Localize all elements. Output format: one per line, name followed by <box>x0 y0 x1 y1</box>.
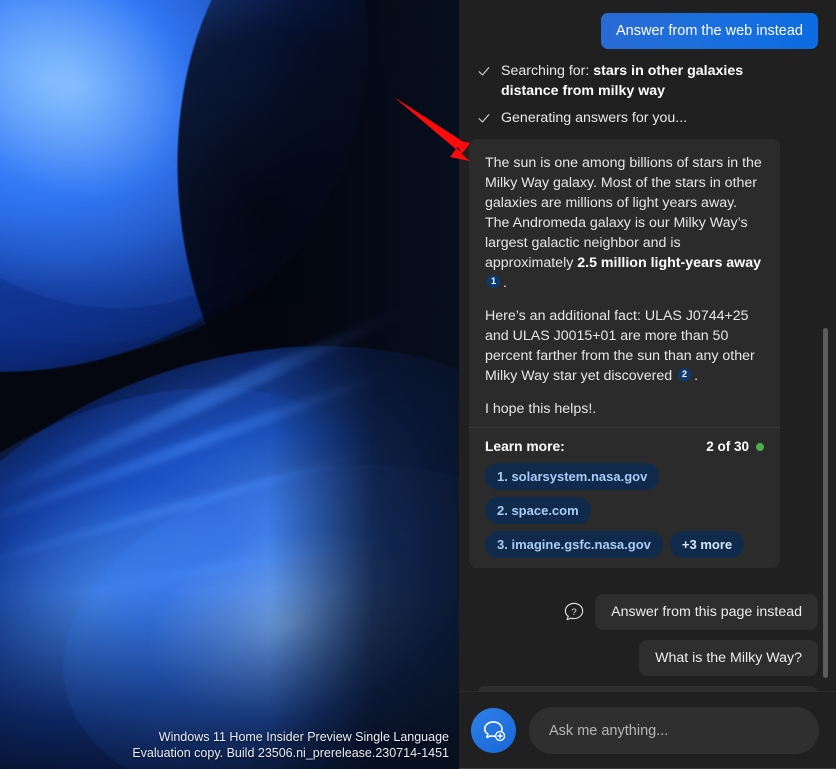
suggestion-answer-from-page[interactable]: Answer from this page instead <box>595 594 818 630</box>
answer-card: The sun is one among billions of stars i… <box>469 139 780 568</box>
status-dot-icon <box>756 442 764 451</box>
answer-p2-period: . <box>694 368 699 384</box>
answer-paragraph-2: Here’s an additional fact: ULAS J0744+25… <box>485 306 764 386</box>
conversation-scrollbar[interactable] <box>821 0 831 691</box>
answer-p1-highlight: 2.5 million light-years away <box>577 255 761 271</box>
answer-paragraph-1: The sun is one among billions of stars i… <box>485 153 764 293</box>
wallpaper-vignette <box>269 0 459 769</box>
desktop-wallpaper[interactable]: Windows 11 Home Insider Preview Single L… <box>0 0 459 769</box>
suggestion-what-is-milky-way[interactable]: What is the Milky Way? <box>639 640 818 676</box>
new-chat-bubble-icon <box>483 720 505 741</box>
source-chip-list: 1. solarsystem.nasa.gov 2. space.com 3. … <box>485 454 764 558</box>
answer-p1-period: . <box>503 275 507 291</box>
learn-more-label: Learn more: <box>485 439 565 454</box>
new-chat-button[interactable] <box>471 708 516 753</box>
check-icon <box>478 114 490 123</box>
answer-paragraph-3: I hope this helps!. <box>485 401 597 417</box>
svg-text:?: ? <box>571 607 576 618</box>
source-count: 2 of 30 <box>706 439 749 454</box>
answer-p2-text: Here’s an additional fact: ULAS J0744+25… <box>485 308 755 384</box>
chat-input[interactable] <box>549 722 799 739</box>
suggestion-how-do-we-know[interactable]: How do we know that Andromeda galaxy is … <box>477 686 818 691</box>
scrollbar-thumb[interactable] <box>823 328 828 678</box>
learn-more-header: Learn more: 2 of 30 <box>485 428 764 454</box>
citation-badge-2[interactable]: 2 <box>678 368 692 381</box>
composer-bar <box>459 691 836 769</box>
watermark-line-2: Evaluation copy. Build 23506.ni_prerelea… <box>132 746 449 760</box>
suggestion-row-3: How do we know that Andromeda galaxy is … <box>459 686 836 691</box>
status-item-searching: Searching for: stars in other galaxies d… <box>477 61 818 101</box>
status-item-generating: Generating answers for you... <box>477 108 818 128</box>
status-text-searching: Searching for: stars in other galaxies d… <box>501 61 791 101</box>
source-chip-more[interactable]: +3 more <box>669 531 745 558</box>
status-prefix: Searching for: <box>501 63 594 79</box>
conversation-scroll-area[interactable]: Answer from the web instead Searching fo… <box>459 0 836 691</box>
status-text-generating: Generating answers for you... <box>501 110 688 126</box>
suggestion-row-page-answer: ? Answer from this page instead <box>459 594 836 630</box>
answer-p1-text: The sun is one among billions of stars i… <box>485 155 762 271</box>
citation-badge-1[interactable]: 1 <box>487 275 500 288</box>
source-count-wrap: 2 of 30 <box>706 439 764 454</box>
status-list: Searching for: stars in other galaxies d… <box>459 49 836 128</box>
screen-root: Windows 11 Home Insider Preview Single L… <box>0 0 836 769</box>
copilot-side-panel: Answer from the web instead Searching fo… <box>459 0 836 769</box>
check-icon <box>478 67 490 76</box>
suggestion-row-2: What is the Milky Way? <box>459 640 836 676</box>
source-chip-1[interactable]: 1. solarsystem.nasa.gov <box>485 463 660 490</box>
answer-from-web-button[interactable]: Answer from the web instead <box>601 13 818 49</box>
question-bubble-icon: ? <box>564 602 584 621</box>
windows-activation-watermark: Windows 11 Home Insider Preview Single L… <box>132 729 449 761</box>
web-button-row: Answer from the web instead <box>459 0 836 49</box>
source-chip-3[interactable]: 3. imagine.gsfc.nasa.gov <box>485 531 663 558</box>
chat-input-container[interactable] <box>529 707 819 754</box>
watermark-line-1: Windows 11 Home Insider Preview Single L… <box>158 730 449 744</box>
source-chip-2[interactable]: 2. space.com <box>485 497 591 524</box>
